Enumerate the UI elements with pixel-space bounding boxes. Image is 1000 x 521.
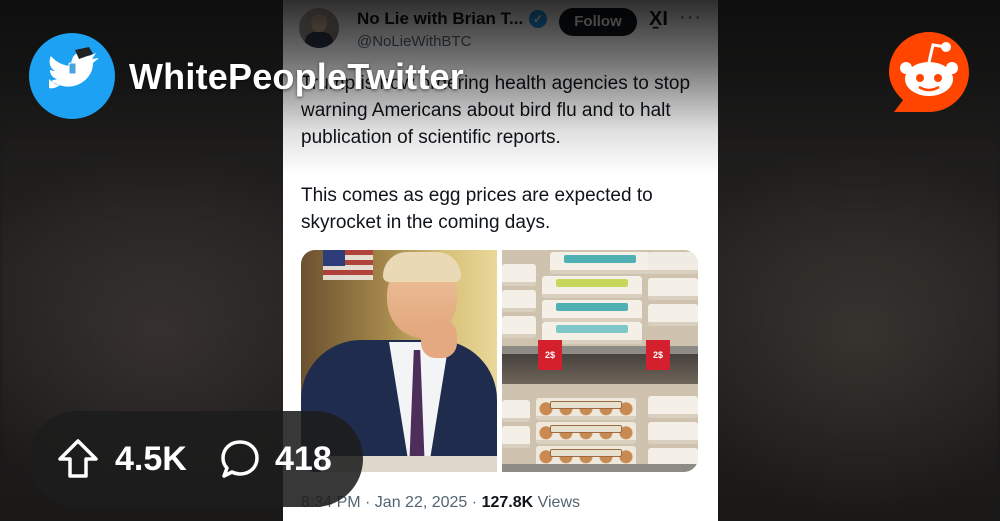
reddit-share-card: No Lie with Brian T... ✓ @NoLieWithBTC F… bbox=[0, 0, 1000, 521]
twitter-bird-icon bbox=[49, 47, 99, 89]
subreddit-name[interactable]: WhitePeopleTwitter bbox=[129, 56, 464, 98]
tweet-views-label: Views bbox=[537, 494, 580, 511]
upvote-count: 4.5K bbox=[115, 440, 187, 478]
follow-button[interactable]: Follow bbox=[559, 8, 637, 36]
upvote-arrow-icon[interactable] bbox=[57, 438, 99, 480]
subreddit-icon[interactable] bbox=[29, 33, 115, 119]
tweet-text-paragraph-2: This comes as egg prices are expected to… bbox=[301, 185, 653, 233]
tweet-author-handle[interactable]: @NoLieWithBTC bbox=[357, 33, 471, 50]
verified-badge-icon: ✓ bbox=[529, 10, 547, 28]
more-options-icon[interactable]: ··· bbox=[679, 6, 702, 29]
reddit-snoo-icon[interactable] bbox=[886, 29, 972, 115]
tweet-author-name[interactable]: No Lie with Brian T... bbox=[357, 9, 523, 29]
tweet-media[interactable]: 2$ 2$ bbox=[301, 250, 698, 472]
comment-count: 418 bbox=[275, 440, 332, 478]
comment-bubble-icon[interactable] bbox=[219, 438, 261, 480]
tweet-views-count: 127.8K bbox=[481, 494, 534, 511]
x-logo-icon: X̱I bbox=[649, 8, 668, 30]
post-stats-pill: 4.5K 418 bbox=[29, 411, 363, 507]
tweet-author-avatar[interactable] bbox=[299, 8, 339, 48]
egg-shelf-photo: 2$ 2$ bbox=[502, 250, 698, 472]
